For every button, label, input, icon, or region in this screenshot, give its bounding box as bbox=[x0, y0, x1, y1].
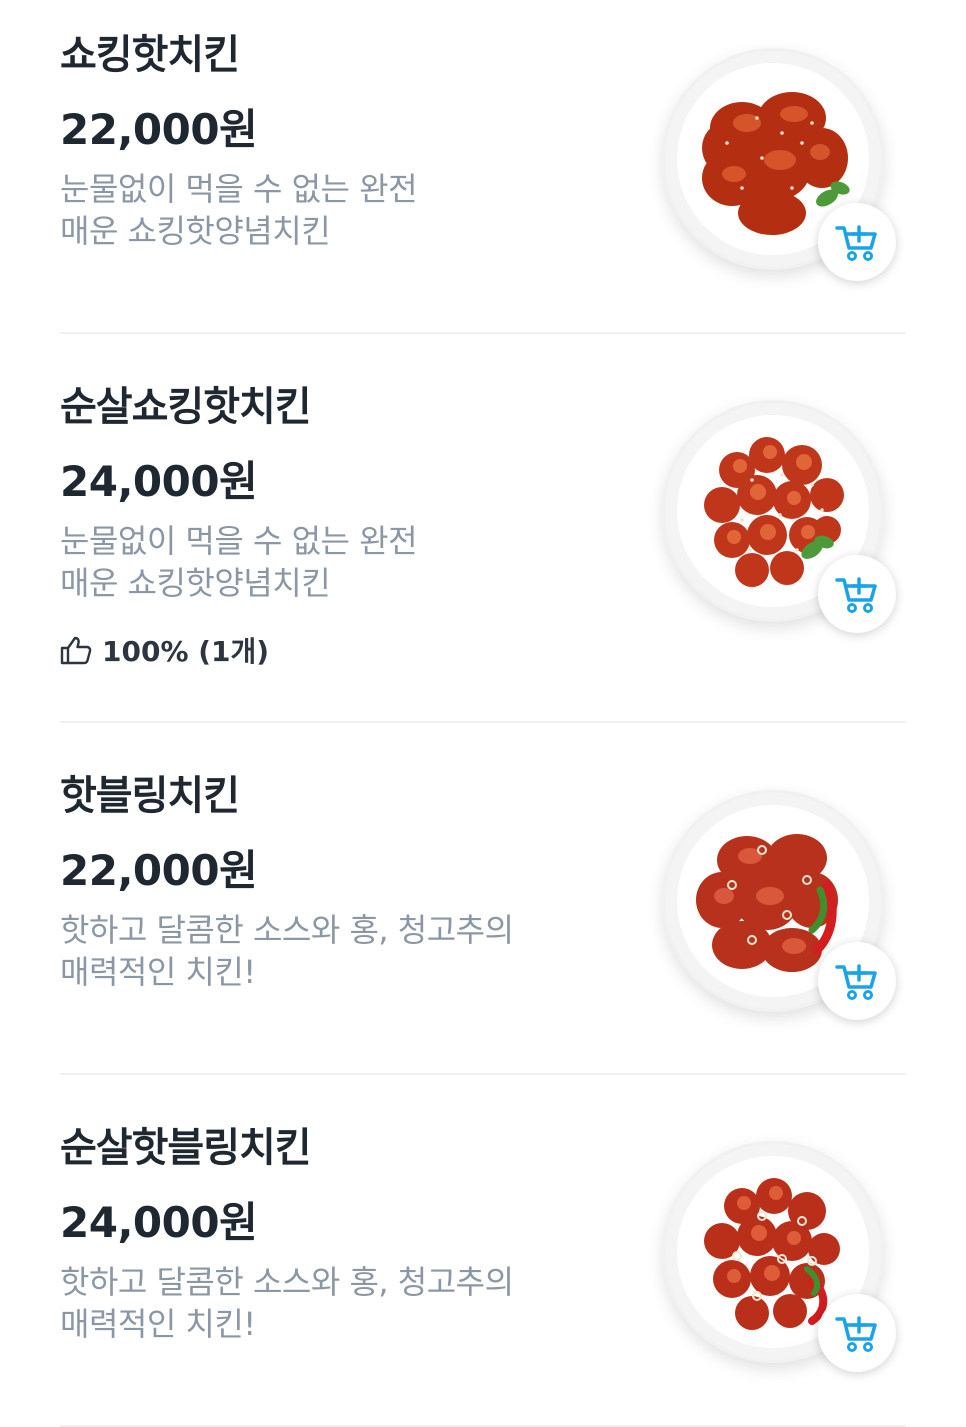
menu-item-name: 쇼킹핫치킨 bbox=[60, 32, 240, 78]
menu-item-description-line: 핫하고 달콤한 소스와 홍, 청고추의 bbox=[60, 1263, 514, 1301]
menu-item-name: 핫블링치킨 bbox=[60, 773, 240, 819]
add-to-cart-icon bbox=[835, 577, 877, 613]
thumbs-up-icon bbox=[60, 636, 92, 665]
rating: 100% (1개) bbox=[60, 630, 269, 670]
menu-item-name: 순살쇼킹핫치킨 bbox=[60, 384, 312, 430]
add-to-cart-icon bbox=[835, 964, 877, 1000]
menu-item-price: 24,000원 bbox=[60, 457, 258, 506]
add-to-cart-button[interactable] bbox=[818, 1294, 896, 1372]
menu-item-description-line: 매력적인 치킨! bbox=[60, 1305, 256, 1343]
menu-item-price: 24,000원 bbox=[60, 1198, 258, 1247]
menu-item-description: 눈물없이 먹을 수 없는 완전 매운 쇼킹핫양념치킨 bbox=[60, 168, 560, 252]
menu-item[interactable]: 핫블링치킨 22,000원 핫하고 달콤한 소스와 홍, 청고추의 매력적인 치… bbox=[60, 723, 906, 1075]
add-to-cart-button[interactable] bbox=[818, 942, 896, 1020]
rating-text: 100% (1개) bbox=[102, 635, 270, 668]
menu-item-description-line: 눈물없이 먹을 수 없는 완전 bbox=[60, 522, 418, 560]
add-to-cart-button[interactable] bbox=[818, 555, 896, 633]
menu-item-description-line: 매운 쇼킹핫양념치킨 bbox=[60, 564, 331, 602]
add-to-cart-icon bbox=[835, 225, 877, 261]
add-to-cart-button[interactable] bbox=[818, 203, 896, 281]
menu-item-description: 눈물없이 먹을 수 없는 완전 매운 쇼킹핫양념치킨 bbox=[60, 520, 560, 604]
menu-item-description-line: 매력적인 치킨! bbox=[60, 953, 256, 991]
add-to-cart-icon bbox=[835, 1316, 877, 1352]
menu-item[interactable]: 쇼킹핫치킨 22,000원 눈물없이 먹을 수 없는 완전 매운 쇼킹핫양념치킨 bbox=[60, 0, 906, 334]
menu-item-name: 순살핫블링치킨 bbox=[60, 1125, 312, 1171]
menu-list: 쇼킹핫치킨 22,000원 눈물없이 먹을 수 없는 완전 매운 쇼킹핫양념치킨 bbox=[0, 0, 966, 1427]
menu-item-description: 핫하고 달콤한 소스와 홍, 청고추의 매력적인 치킨! bbox=[60, 909, 560, 993]
menu-item-description: 핫하고 달콤한 소스와 홍, 청고추의 매력적인 치킨! bbox=[60, 1261, 560, 1345]
menu-item[interactable]: 순살핫블링치킨 24,000원 핫하고 달콤한 소스와 홍, 청고추의 매력적인… bbox=[60, 1075, 906, 1427]
menu-item-price: 22,000원 bbox=[60, 105, 258, 154]
menu-item-description-line: 핫하고 달콤한 소스와 홍, 청고추의 bbox=[60, 911, 514, 949]
menu-item-description-line: 눈물없이 먹을 수 없는 완전 bbox=[60, 170, 418, 208]
menu-item-description-line: 매운 쇼킹핫양념치킨 bbox=[60, 212, 331, 250]
menu-item-price: 22,000원 bbox=[60, 846, 258, 895]
menu-item[interactable]: 순살쇼킹핫치킨 24,000원 눈물없이 먹을 수 없는 완전 매운 쇼킹핫양념… bbox=[60, 334, 906, 723]
